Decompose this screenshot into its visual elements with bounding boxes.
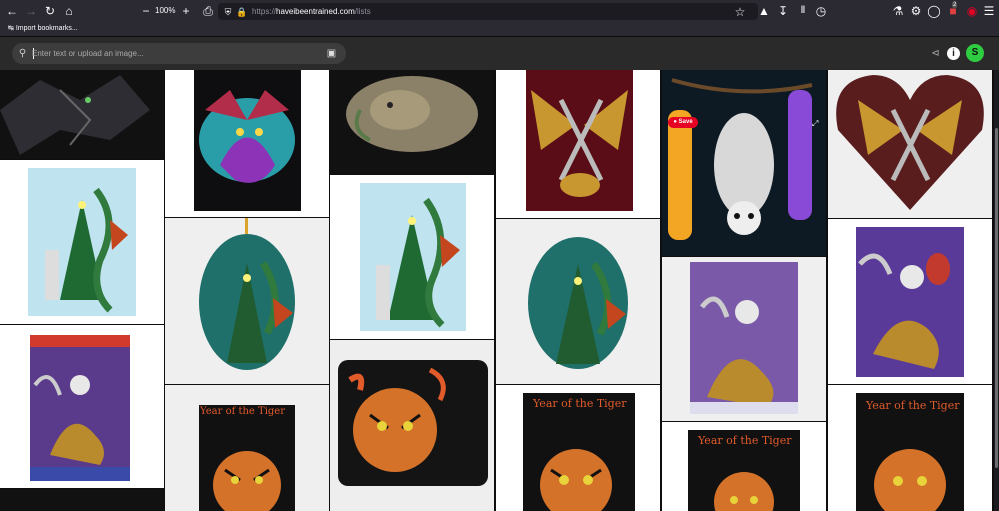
image-tile-sleeping-dragon[interactable]	[330, 70, 494, 174]
avatar[interactable]: S	[966, 44, 984, 62]
scrollbar-thumb[interactable]	[995, 128, 998, 468]
griffin-card-image	[526, 70, 633, 211]
search-icon: ⚲	[18, 48, 27, 59]
purple-dragon-image	[194, 70, 301, 211]
image-tile-partial-1[interactable]	[0, 489, 164, 511]
import-bookmarks-link[interactable]: ↹ Import bookmarks...	[8, 22, 78, 36]
tiger-blanket-image	[199, 405, 295, 511]
image-tile-dragon-card-2[interactable]	[330, 175, 494, 339]
image-tile-santa-dragon-print[interactable]	[828, 219, 992, 384]
url-path: /lists	[354, 7, 371, 16]
image-tile-dragon-card[interactable]	[0, 160, 164, 324]
history-icon[interactable]: ◷	[813, 3, 829, 19]
import-bookmarks-label: Import bookmarks...	[15, 25, 78, 32]
extensions-icon[interactable]: ⚗	[890, 3, 906, 19]
tiger-caption: Year of the Tiger	[866, 399, 960, 412]
library-icon[interactable]: Ⅱ	[795, 3, 811, 19]
image-tile-black-dragon[interactable]	[0, 70, 164, 159]
dragon-ornament-image	[199, 218, 295, 370]
search-input[interactable]: Enter text or upload an image...	[32, 43, 144, 64]
download-icon[interactable]: ↧	[775, 3, 791, 19]
sleeping-dragon-image	[346, 76, 478, 152]
image-tile-tiger-mousepad[interactable]	[330, 340, 494, 511]
page-scrollbar[interactable]	[994, 70, 999, 511]
reload-icon[interactable]: ↻	[42, 3, 58, 19]
image-tile-griffin-card[interactable]	[496, 70, 660, 218]
tiger-caption: Year of the Tiger	[533, 397, 627, 410]
zoom-level[interactable]: 100%	[155, 4, 175, 18]
share-icon[interactable]: ⊲	[929, 47, 942, 60]
image-tile-tiger-blanket[interactable]: Year of the Tiger	[165, 385, 329, 511]
image-tile-dragon-ornament[interactable]	[165, 218, 329, 384]
image-tile-santa-throw-blanket[interactable]	[662, 257, 826, 421]
expand-icon[interactable]: ⤢	[812, 119, 818, 129]
image-tile-dragon-ornament-2[interactable]	[496, 219, 660, 384]
print-icon[interactable]: ⎙	[200, 3, 216, 19]
search-bar[interactable]: ⚲ Enter text or upload an image... ▣	[12, 43, 346, 64]
shield-extension-icon[interactable]: ◯	[926, 3, 942, 19]
image-tile-griffin-heart[interactable]	[828, 70, 992, 218]
black-dragon-image	[0, 75, 150, 155]
url-protocol: https://	[252, 7, 277, 16]
info-icon[interactable]: i	[947, 47, 960, 60]
image-tile-tiger-print-3[interactable]: Year of the Tiger	[828, 385, 992, 511]
address-bar[interactable]: ⛨ 🔒 https://haveibeentrained.com/lists ☆	[218, 3, 758, 20]
zoom-out-icon[interactable]: −	[138, 3, 154, 19]
awesome-possum-image	[662, 70, 826, 256]
bookmark-star-icon[interactable]: ☆	[732, 4, 748, 20]
save-label: Save	[678, 119, 693, 125]
browser-toolbar: ← → ↻ ⌂ − 100% + ⎙ ⛨ 🔒 https://haveibeen…	[0, 0, 999, 22]
forward-icon[interactable]: →	[23, 3, 39, 19]
url-text[interactable]: https://haveibeentrained.com/lists	[252, 3, 371, 20]
dragon-tree-card-2-image	[360, 183, 466, 331]
menu-icon[interactable]: ☰	[981, 3, 997, 19]
dragon-tree-card-image	[28, 168, 136, 316]
image-tile-tiger-print-2[interactable]: Year of the Tiger	[662, 422, 826, 511]
extension-badge: 2	[952, 2, 958, 8]
tiger-mousepad-image	[338, 360, 488, 486]
pinterest-icon[interactable]: ◉	[964, 3, 980, 19]
home-icon[interactable]: ⌂	[61, 3, 77, 19]
image-tile-tiger-print[interactable]: Year of the Tiger	[496, 385, 660, 511]
settings-gear-icon[interactable]: ⚙	[908, 3, 924, 19]
tiger-caption: Year of the Tiger	[698, 434, 792, 447]
santa-throw-blanket-image	[690, 262, 798, 414]
griffin-heart-image	[836, 75, 984, 210]
zoom-in-icon[interactable]: +	[178, 3, 194, 19]
image-grid: Year of the Tiger Year of the Tiger ● Sa…	[0, 70, 994, 511]
image-tile-awesome-possum[interactable]: ● Save ⤢	[662, 70, 826, 256]
save-button[interactable]: ● Save	[668, 117, 698, 128]
site-header: ⚲ Enter text or upload an image... ▣ ⊲ i…	[0, 37, 999, 70]
url-host: haveibeentrained.com	[276, 7, 355, 16]
pocket-icon[interactable]: ▲	[756, 3, 772, 19]
santa-dragon-print-image	[856, 227, 964, 377]
lock-icon[interactable]: 🔒	[234, 4, 250, 20]
back-icon[interactable]: ←	[4, 3, 20, 19]
camera-upload-icon[interactable]: ▣	[325, 47, 338, 60]
image-tile-santa-dragon-card[interactable]	[0, 325, 164, 488]
santa-dragon-card-image	[30, 335, 130, 481]
image-tile-purple-dragon[interactable]	[165, 70, 329, 217]
tiger-caption: Year of the Tiger	[200, 406, 285, 417]
bookmarks-bar: ↹ Import bookmarks...	[0, 22, 999, 37]
dragon-ornament-2-image	[528, 237, 628, 369]
